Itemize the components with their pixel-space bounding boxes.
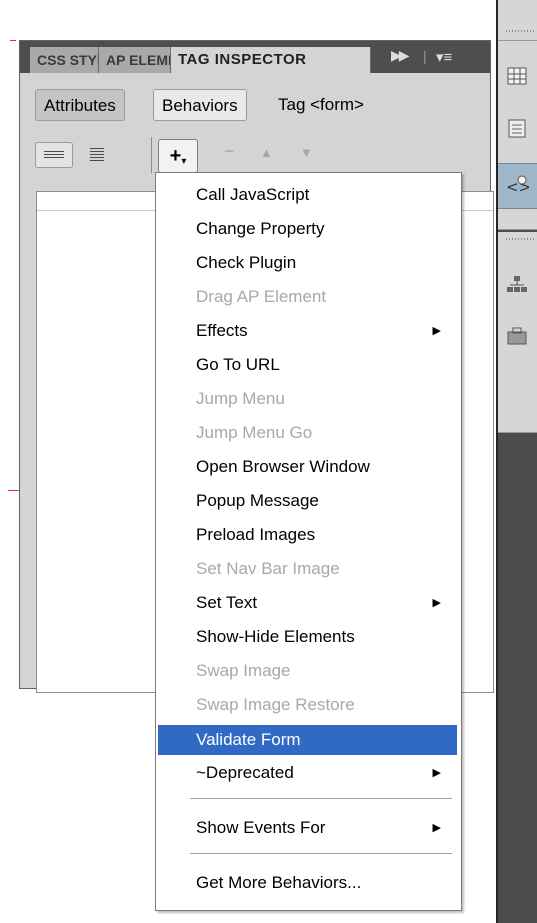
chevron-down-icon: ▾ [181, 155, 187, 167]
show-set-events-icon[interactable] [35, 142, 73, 168]
menu-item-preload-images[interactable]: Preload Images [158, 520, 457, 550]
menu-separator [190, 853, 452, 855]
side-panel-header [498, 0, 537, 41]
menu-item-check-plugin[interactable]: Check Plugin [158, 248, 457, 278]
menu-item-drag-ap-element: Drag AP Element [196, 287, 327, 306]
submenu-arrow-icon: ▶ [432, 325, 441, 337]
show-all-events-icon[interactable] [78, 142, 116, 168]
menu-item-open-browser-window[interactable]: Open Browser Window [158, 452, 457, 482]
panel-menu-icon[interactable]: ▾≡ [436, 48, 452, 66]
panel-tabbar: CSS STYLES AP ELEMENTS TAG INSPECTOR ▶▶ … [20, 41, 490, 73]
double-arrow-right-icon[interactable]: ▶▶ [391, 47, 409, 64]
submenu-arrow-icon: ▶ [432, 767, 441, 779]
attributes-tab-button[interactable]: Attributes [35, 89, 125, 121]
menu-item-effects[interactable]: Effects ▶ [158, 316, 457, 346]
drag-grip[interactable] [506, 30, 536, 32]
menu-item-jump-menu-go: Jump Menu Go [196, 423, 313, 442]
add-behavior-menu: Call JavaScript Change Property Check Pl… [155, 172, 462, 911]
menu-separator [190, 798, 452, 800]
behaviors-tab-button[interactable]: Behaviors [153, 89, 247, 121]
menu-item-popup-message[interactable]: Popup Message [158, 486, 457, 516]
current-tag-label: Tag <form> [278, 95, 364, 114]
move-down-button[interactable]: ▼ [300, 145, 313, 160]
submenu-arrow-icon: ▶ [432, 597, 441, 609]
submenu-arrow-icon: ▶ [432, 822, 441, 834]
add-behavior-button[interactable]: + ▾ [158, 139, 198, 173]
menu-item-validate-form[interactable]: Validate Form [158, 725, 457, 755]
tab-tag-inspector[interactable]: TAG INSPECTOR [171, 47, 371, 73]
table-icon[interactable] [502, 62, 532, 90]
menu-item-go-to-url[interactable]: Go To URL [158, 350, 457, 380]
move-up-button[interactable]: ▲ [260, 145, 273, 160]
menu-item-swap-image: Swap Image [196, 661, 291, 680]
menu-item-set-nav-bar-image: Set Nav Bar Image [196, 559, 340, 578]
tag-code-icon[interactable]: <> [502, 172, 532, 200]
menu-item-set-text[interactable]: Set Text ▶ [158, 588, 457, 618]
tab-ap-elements[interactable]: AP ELEMENTS [99, 47, 171, 73]
guide-mark-top [10, 40, 16, 41]
divider: | [423, 48, 427, 64]
menu-item-show-events-for[interactable]: Show Events For ▶ [158, 813, 457, 843]
menu-item-change-property[interactable]: Change Property [158, 214, 457, 244]
menu-item-show-hide-elements[interactable]: Show-Hide Elements [158, 622, 457, 652]
menu-item-call-javascript[interactable]: Call JavaScript [158, 180, 457, 210]
menu-item-deprecated[interactable]: ~Deprecated ▶ [158, 758, 457, 788]
menu-item-swap-image-restore: Swap Image Restore [196, 695, 355, 714]
menu-item-jump-menu: Jump Menu [196, 389, 285, 408]
document-icon[interactable] [502, 114, 532, 142]
tab-css-styles[interactable]: CSS STYLES [30, 47, 99, 73]
toolbox-icon[interactable] [502, 322, 532, 350]
menu-item-get-more-behaviors[interactable]: Get More Behaviors... [158, 868, 457, 898]
sitemap-icon[interactable] [502, 270, 532, 298]
remove-behavior-button[interactable]: − [224, 141, 235, 162]
side-panel-strip: <> [496, 0, 537, 923]
